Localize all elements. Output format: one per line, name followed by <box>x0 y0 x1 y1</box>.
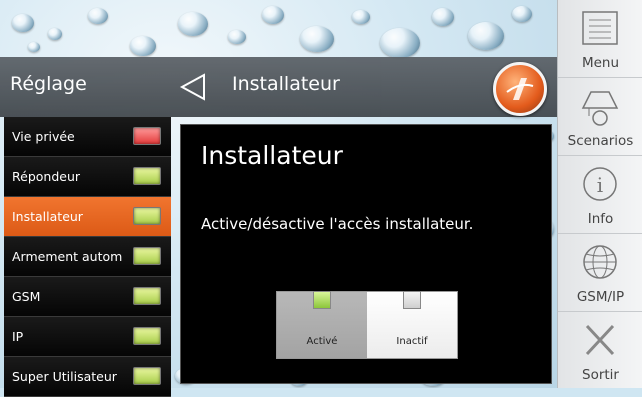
setting-label: GSM <box>12 289 41 304</box>
setting-label: Vie privée <box>12 129 75 144</box>
header-title: Réglage <box>10 73 87 95</box>
header-bar: Réglage Installateur <box>0 57 557 117</box>
status-led-on <box>133 287 161 305</box>
menu-label: Menu <box>581 55 620 71</box>
exit-label: Sortir <box>582 367 619 383</box>
gsm-ip-button[interactable]: GSM/IP <box>558 234 642 312</box>
activate-label: Activé <box>306 336 338 347</box>
setting-label: Armement autom <box>12 249 123 264</box>
deactivate-label: Inactif <box>396 336 428 347</box>
settings-list: Vie privée Répondeur Installateur Armeme… <box>4 117 171 397</box>
menu-icon <box>582 11 618 45</box>
activate-button[interactable]: Activé <box>277 291 367 358</box>
setting-item-vie-privee[interactable]: Vie privée <box>4 117 171 157</box>
setting-label: IP <box>12 329 24 344</box>
setting-item-installateur[interactable]: Installateur <box>4 197 171 237</box>
scenarios-button[interactable]: Scenarios <box>558 78 642 156</box>
active-led <box>313 291 331 309</box>
status-led-on <box>133 327 161 345</box>
scenarios-icon <box>581 91 619 126</box>
status-led-off <box>133 127 161 145</box>
svg-text:i: i <box>597 173 603 197</box>
setting-item-ip[interactable]: IP <box>4 317 171 357</box>
right-nav-rail: Menu Scenarios i Info GSM/IP Sortir <box>557 0 642 388</box>
inactive-led <box>403 291 421 309</box>
globe-icon <box>583 245 617 279</box>
setting-item-gsm[interactable]: GSM <box>4 277 171 317</box>
status-led-on <box>133 167 161 185</box>
brand-logo <box>493 62 547 116</box>
header-subtitle: Installateur <box>232 73 340 95</box>
setting-item-super-utilisateur[interactable]: Super Utilisateur <box>4 357 171 397</box>
scenarios-label: Scenarios <box>567 133 634 149</box>
status-led-on <box>133 247 161 265</box>
setting-item-armement-autom[interactable]: Armement autom <box>4 237 171 277</box>
on-off-toggle: Activé Inactif <box>276 291 458 359</box>
info-label: Info <box>587 211 614 227</box>
info-button[interactable]: i Info <box>558 156 642 234</box>
installer-dialog: Installateur Active/désactive l'accès in… <box>180 124 552 384</box>
gsm-ip-label: GSM/IP <box>576 289 625 305</box>
status-led-on <box>133 367 161 385</box>
close-icon <box>585 324 615 356</box>
info-icon: i <box>583 167 617 201</box>
menu-button[interactable]: Menu <box>558 0 642 78</box>
setting-label: Répondeur <box>12 169 81 184</box>
setting-item-repondeur[interactable]: Répondeur <box>4 157 171 197</box>
back-arrow-icon[interactable] <box>176 70 210 104</box>
setting-label: Super Utilisateur <box>12 369 117 384</box>
dialog-description: Active/désactive l'accès installateur. <box>201 215 474 233</box>
status-led-on <box>133 207 161 225</box>
dialog-title: Installateur <box>201 141 343 170</box>
deactivate-button[interactable]: Inactif <box>367 291 457 358</box>
exit-button[interactable]: Sortir <box>558 312 642 389</box>
setting-label: Installateur <box>12 209 83 224</box>
